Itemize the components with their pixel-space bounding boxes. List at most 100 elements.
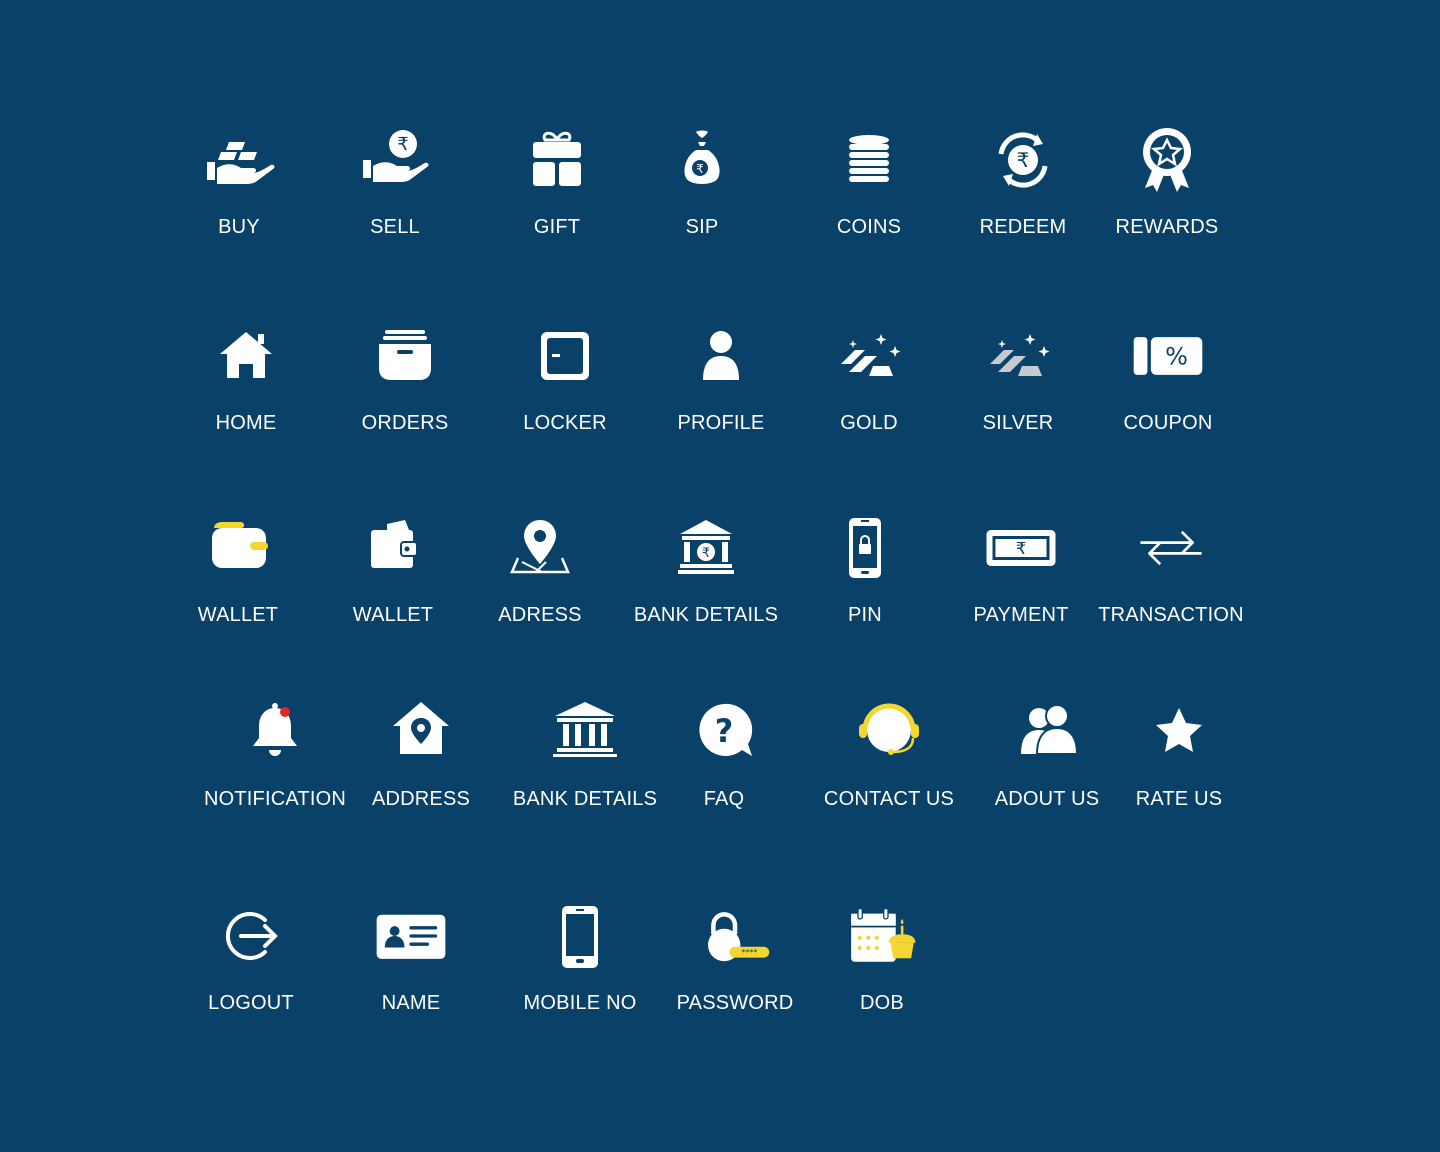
svg-text:₹: ₹ [702,546,710,561]
home-pin-icon [385,696,457,768]
silver-bars-icon [982,320,1054,392]
icon-tile-password[interactable]: **** PASSWORD [660,900,810,1030]
banknote-icon: ₹ [985,512,1057,584]
icon-tile-rate-us[interactable]: RATE US [1104,696,1254,826]
map-pin-icon [504,512,576,584]
tile-label: GOLD [840,412,898,434]
profile-icon [685,320,757,392]
star-icon [1143,696,1215,768]
bell-icon [239,696,311,768]
tile-label: TRANSACTION [1098,604,1244,626]
icon-tile-pin[interactable]: PIN [790,512,940,642]
coins-stack-icon [833,124,905,196]
icon-tile-wallet[interactable]: WALLET [318,512,468,642]
question-bubble-icon: ? [688,696,760,768]
icon-tile-sell[interactable]: ₹ SELL [320,124,470,254]
tile-label: GIFT [533,216,581,238]
icon-tile-address[interactable]: ADDRESS [346,696,496,826]
home-icon [210,320,282,392]
gold-bars-hand-icon [203,124,275,196]
svg-text:****: **** [741,947,757,957]
tile-label: SELL [370,216,420,238]
coupon-icon: % [1132,320,1204,392]
gold-bars-icon [833,320,905,392]
tile-label: PIN [848,604,882,626]
tile-label: WALLET [352,604,434,626]
tile-label: COINS [836,216,902,238]
tile-label: SIP [685,216,719,238]
rupee-cycle-icon: ₹ [987,124,1059,196]
icon-tile-faq[interactable]: ? FAQ [649,696,799,826]
icon-tile-name[interactable]: NAME [336,900,486,1030]
tile-label: NAME [381,992,441,1014]
icon-tile-notification[interactable]: NOTIFICATION [200,696,350,826]
icon-tile-transaction[interactable]: TRANSACTION [1096,512,1246,642]
tile-label: PROFILE [677,412,765,434]
tile-label: BANK DETAILS [633,604,779,626]
tile-label: ADOUT US [994,788,1100,810]
mobile-icon [544,900,616,972]
tile-label: ADDRESS [371,788,471,810]
icon-tile-coupon[interactable]: % COUPON [1093,320,1243,450]
tile-label: HOME [215,412,277,434]
svg-text:₹: ₹ [397,134,408,155]
headset-icon [853,696,925,768]
orders-box-icon [369,320,441,392]
tile-label: COUPON [1123,412,1213,434]
icon-tile-buy[interactable]: BUY [164,124,314,254]
icon-tile-gold[interactable]: GOLD [794,320,944,450]
tile-label: LOCKER [523,412,607,434]
tile-label: LOGOUT [208,992,294,1014]
id-card-icon [375,900,447,972]
locker-icon [529,320,601,392]
padlock-password-icon: **** [699,900,771,972]
icon-tile-locker[interactable]: LOCKER [490,320,640,450]
icon-tile-about-us[interactable]: ADOUT US [972,696,1122,826]
tile-label: PASSWORD [676,992,794,1014]
icon-tile-home[interactable]: HOME [171,320,321,450]
icon-tile-sip[interactable]: ₹ SIP [627,124,777,254]
tile-label: WALLET [197,604,279,626]
icon-tile-payment[interactable]: ₹ PAYMENT [946,512,1096,642]
icon-tile-adress[interactable]: ADRESS [465,512,615,642]
tile-label: REDEEM [979,216,1067,238]
bank-rupee-icon: ₹ [670,512,742,584]
icon-tile-coins[interactable]: COINS [794,124,944,254]
wallet-yellow-icon [202,512,274,584]
tile-label: RATE US [1135,788,1223,810]
tile-label: BUY [218,216,260,238]
money-bag-icon: ₹ [666,124,738,196]
tile-label: ORDERS [361,412,449,434]
wallet-icon [357,512,429,584]
icon-tile-redeem[interactable]: ₹ REDEEM [948,124,1098,254]
svg-text:₹: ₹ [1016,539,1027,558]
tile-label: MOBILE NO [523,992,637,1014]
icon-tile-wallet-yellow[interactable]: WALLET [163,512,313,642]
rupee-hand-icon: ₹ [359,124,431,196]
transfer-arrows-icon [1135,512,1207,584]
icon-tile-profile[interactable]: PROFILE [646,320,796,450]
icon-tile-bank-details[interactable]: BANK DETAILS [510,696,660,826]
icon-tile-orders[interactable]: ORDERS [330,320,480,450]
tile-label: SILVER [982,412,1054,434]
tile-label: CONTACT US [823,788,955,810]
icon-tile-gift[interactable]: GIFT [482,124,632,254]
calendar-cake-icon [846,900,918,972]
phone-lock-icon [829,512,901,584]
users-icon [1011,696,1083,768]
icon-tile-logout[interactable]: LOGOUT [176,900,326,1030]
tile-label: DOB [860,992,904,1014]
icon-tile-silver[interactable]: SILVER [943,320,1093,450]
tile-label: NOTIFICATION [203,788,347,810]
badge-star-icon [1131,124,1203,196]
icon-tile-rewards[interactable]: REWARDS [1092,124,1242,254]
icon-tile-mobile-no[interactable]: MOBILE NO [505,900,655,1030]
tile-label: BANK DETAILS [512,788,658,810]
icon-tile-dob[interactable]: DOB [807,900,957,1030]
bank-columns-icon [549,696,621,768]
icon-tile-bank-details-rupee[interactable]: ₹ BANK DETAILS [631,512,781,642]
svg-text:₹: ₹ [1017,148,1030,172]
tile-label: REWARDS [1115,216,1219,238]
tile-label: PAYMENT [973,604,1069,626]
icon-tile-contact-us[interactable]: CONTACT US [814,696,964,826]
